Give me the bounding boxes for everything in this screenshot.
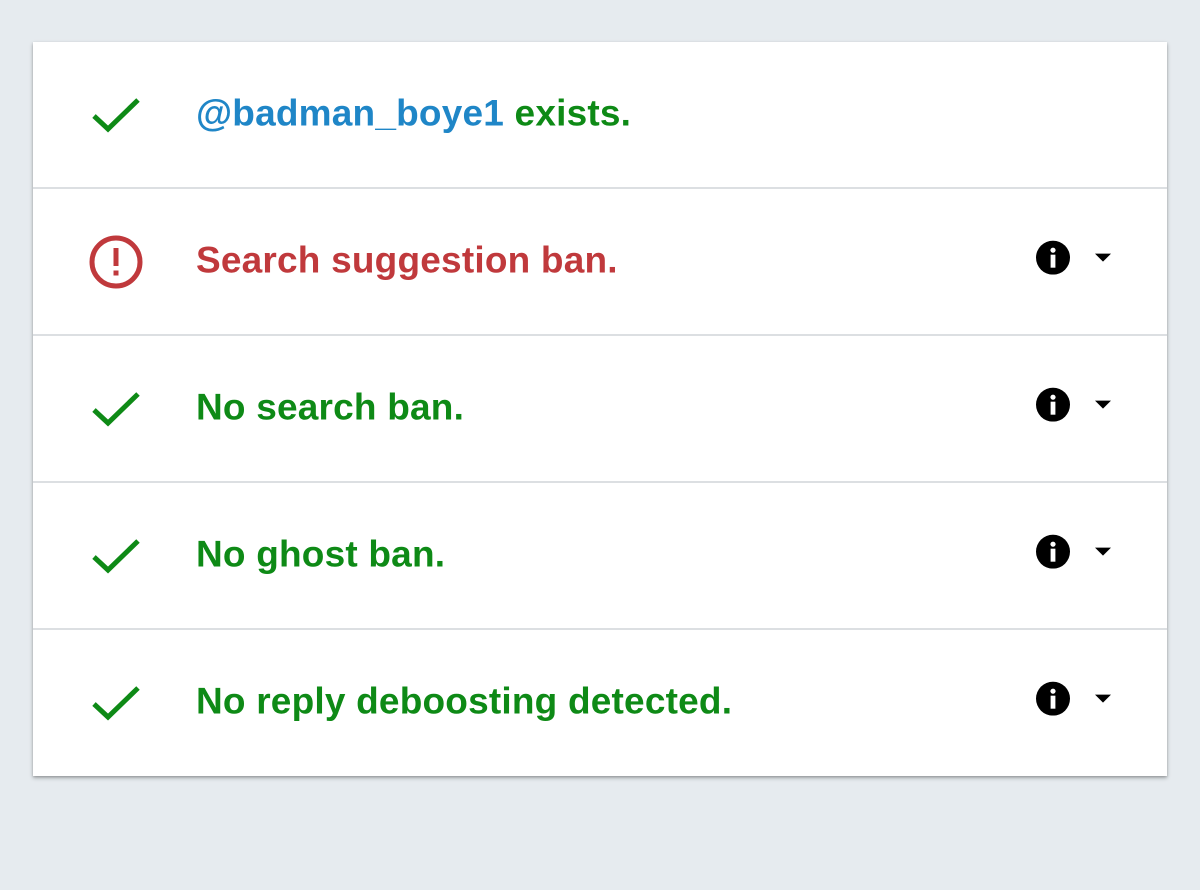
account-handle-link[interactable]: @badman_boye1 [196, 92, 504, 133]
expand-dropdown-icon[interactable] [1089, 390, 1117, 418]
row-actions [1035, 239, 1117, 275]
result-row-search-suggestion-ban: Search suggestion ban. [33, 189, 1167, 336]
result-row-ghost-ban: No ghost ban. [33, 483, 1167, 630]
result-text-reply-deboosting: No reply deboosting detected. [196, 680, 733, 722]
row-actions [1035, 681, 1117, 717]
result-text-search-suggestion-ban: Search suggestion ban. [196, 238, 618, 280]
result-text-exists: @badman_boye1 exists. [196, 92, 631, 134]
result-text-ghost-ban: No ghost ban. [196, 532, 446, 574]
expand-dropdown-icon[interactable] [1089, 685, 1117, 713]
result-row-search-ban: No search ban. [33, 336, 1167, 483]
check-icon [87, 527, 145, 585]
result-row-reply-deboosting: No reply deboosting detected. [33, 630, 1167, 776]
result-row-exists: @badman_boye1 exists. [33, 42, 1167, 189]
results-card: @badman_boye1 exists. Search suggestion … [33, 42, 1167, 776]
info-icon[interactable] [1035, 239, 1071, 275]
check-icon [87, 380, 145, 438]
expand-dropdown-icon[interactable] [1089, 537, 1117, 565]
info-icon[interactable] [1035, 681, 1071, 717]
info-icon[interactable] [1035, 386, 1071, 422]
check-icon [87, 674, 145, 732]
info-icon[interactable] [1035, 533, 1071, 569]
result-text-search-ban: No search ban. [196, 385, 465, 427]
alert-circle-icon [87, 233, 145, 291]
row-actions [1035, 386, 1117, 422]
expand-dropdown-icon[interactable] [1089, 243, 1117, 271]
exists-label: exists. [504, 91, 632, 133]
row-actions [1035, 533, 1117, 569]
check-icon [87, 86, 145, 144]
